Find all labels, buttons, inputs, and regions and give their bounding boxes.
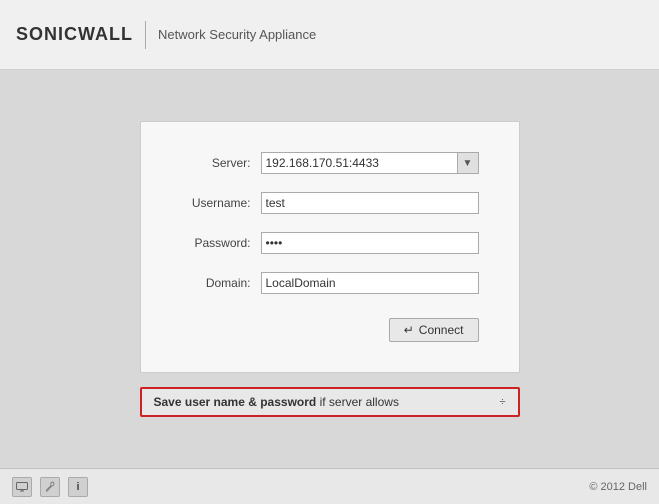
logo-area: SONICWALL Network Security Appliance (16, 21, 316, 49)
connect-row: ↵ Connect (181, 318, 479, 342)
domain-input[interactable] (261, 272, 479, 294)
save-credentials-suffix: if server allows (316, 395, 399, 409)
footer-icon-monitor[interactable] (12, 477, 32, 497)
save-password-row: Save user name & password if server allo… (140, 387, 520, 417)
password-row: Password: (181, 232, 479, 254)
password-label: Password: (181, 236, 261, 250)
main-content: Server: ▼ Username: Password: Domain: ↵ … (0, 70, 659, 468)
username-label: Username: (181, 196, 261, 210)
server-label: Server: (181, 156, 261, 170)
connect-button[interactable]: ↵ Connect (389, 318, 479, 342)
domain-row: Domain: (181, 272, 479, 294)
sonicwall-logo-text: SONICWALL (16, 24, 133, 45)
footer-icon-wrench[interactable] (40, 477, 60, 497)
footer-icon-info[interactable]: i (68, 477, 88, 497)
logo-divider (145, 21, 146, 49)
footer: i © 2012 Dell (0, 468, 659, 504)
app-subtitle: Network Security Appliance (158, 27, 316, 42)
footer-copyright: © 2012 Dell (589, 481, 647, 493)
save-credentials-label: Save user name & password if server allo… (154, 395, 399, 409)
server-input[interactable] (261, 152, 457, 174)
server-row: Server: ▼ (181, 152, 479, 174)
server-dropdown-button[interactable]: ▼ (457, 152, 479, 174)
info-symbol: i (76, 481, 79, 493)
header: SONICWALL Network Security Appliance (0, 0, 659, 70)
username-row: Username: (181, 192, 479, 214)
save-credentials-arrow: ÷ (499, 396, 505, 408)
footer-icons: i (12, 477, 88, 497)
connect-label: Connect (419, 323, 464, 337)
password-input[interactable] (261, 232, 479, 254)
server-input-group: ▼ (261, 152, 479, 174)
save-credentials-bold: Save user name & password (154, 395, 317, 409)
username-input[interactable] (261, 192, 479, 214)
domain-label: Domain: (181, 276, 261, 290)
login-card: Server: ▼ Username: Password: Domain: ↵ … (140, 121, 520, 373)
save-credentials-button[interactable]: Save user name & password if server allo… (140, 387, 520, 417)
connect-icon: ↵ (404, 323, 414, 337)
